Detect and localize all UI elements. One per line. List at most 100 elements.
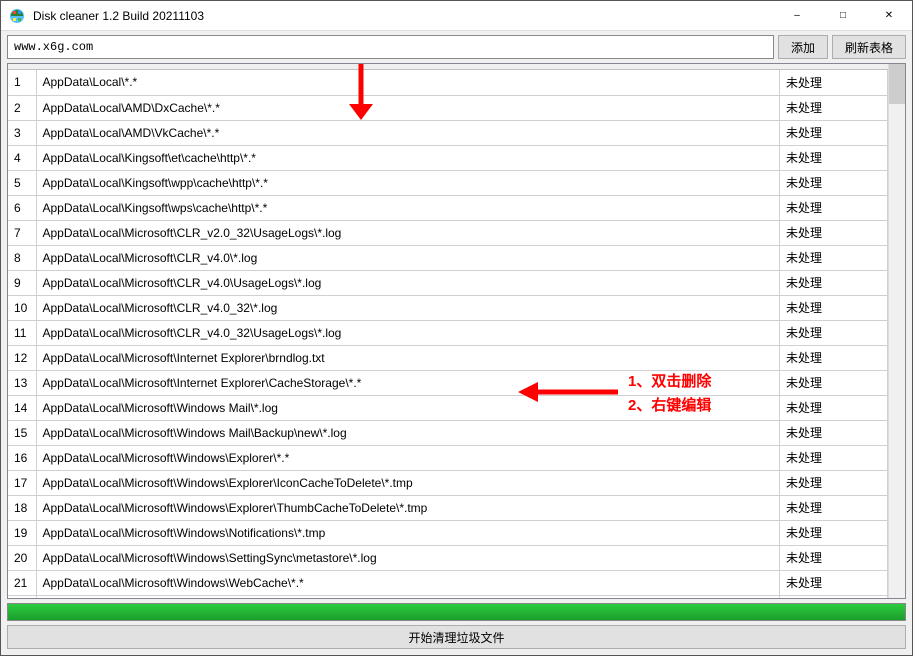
row-status: 未处理: [780, 420, 888, 445]
row-path: AppData\Local\Microsoft\Internet Explore…: [36, 370, 780, 395]
table-row[interactable]: 6AppData\Local\Kingsoft\wps\cache\http\*…: [8, 195, 888, 220]
row-index: 13: [8, 370, 36, 395]
row-status: 未处理: [780, 120, 888, 145]
row-status: 未处理: [780, 220, 888, 245]
row-path: AppData\Local\Microsoft\Windows\Explorer…: [36, 470, 780, 495]
row-path: AppData\Local\Kingsoft\wpp\cache\http\*.…: [36, 170, 780, 195]
row-index: 19: [8, 520, 36, 545]
row-index: 14: [8, 395, 36, 420]
start-clean-button[interactable]: 开始清理垃圾文件: [7, 625, 906, 649]
row-status: 未处理: [780, 520, 888, 545]
row-index: 6: [8, 195, 36, 220]
table-row[interactable]: 8AppData\Local\Microsoft\CLR_v4.0\*.log未…: [8, 245, 888, 270]
row-path: AppData\Local\Microsoft\CLR_v4.0_32\*.lo…: [36, 295, 780, 320]
row-status: 未处理: [780, 495, 888, 520]
row-status: 未处理: [780, 270, 888, 295]
row-index: 16: [8, 445, 36, 470]
table-row[interactable]: 15AppData\Local\Microsoft\Windows Mail\B…: [8, 420, 888, 445]
row-index: 20: [8, 545, 36, 570]
table-row[interactable]: 14AppData\Local\Microsoft\Windows Mail\*…: [8, 395, 888, 420]
row-status: 未处理: [780, 545, 888, 570]
app-icon: [9, 8, 25, 24]
row-index: 17: [8, 470, 36, 495]
row-status: 未处理: [780, 245, 888, 270]
row-path: AppData\Local\Microsoft\Internet Explore…: [36, 345, 780, 370]
row-path: AppData\Local\Microsoft\Windows\Explorer…: [36, 445, 780, 470]
grid-container: 1AppData\Local\*.*未处理2AppData\Local\AMD\…: [7, 63, 906, 599]
row-index: 11: [8, 320, 36, 345]
window-title: Disk cleaner 1.2 Build 20211103: [33, 9, 774, 23]
table-row[interactable]: 17AppData\Local\Microsoft\Windows\Explor…: [8, 470, 888, 495]
table-row[interactable]: 1AppData\Local\*.*未处理: [8, 70, 888, 95]
row-index: 15: [8, 420, 36, 445]
table-row[interactable]: 4AppData\Local\Kingsoft\et\cache\http\*.…: [8, 145, 888, 170]
row-status: 未处理: [780, 145, 888, 170]
table-row[interactable]: 19AppData\Local\Microsoft\Windows\Notifi…: [8, 520, 888, 545]
table-row[interactable]: 20AppData\Local\Microsoft\Windows\Settin…: [8, 545, 888, 570]
row-status: 未处理: [780, 570, 888, 595]
vertical-scrollbar[interactable]: [888, 64, 905, 598]
table-row[interactable]: 5AppData\Local\Kingsoft\wpp\cache\http\*…: [8, 170, 888, 195]
row-index: 3: [8, 120, 36, 145]
row-path: AppData\Local\Microsoft\CLR_v2.0_32\Usag…: [36, 220, 780, 245]
row-index: 8: [8, 245, 36, 270]
minimize-button[interactable]: –: [774, 1, 820, 31]
row-status: 未处理: [780, 295, 888, 320]
table-row[interactable]: 3AppData\Local\AMD\VkCache\*.*未处理: [8, 120, 888, 145]
row-status: 未处理: [780, 70, 888, 95]
table-row[interactable]: 10AppData\Local\Microsoft\CLR_v4.0_32\*.…: [8, 295, 888, 320]
table-row[interactable]: 11AppData\Local\Microsoft\CLR_v4.0_32\Us…: [8, 320, 888, 345]
row-status: 未处理: [780, 595, 888, 598]
row-index: 5: [8, 170, 36, 195]
row-index: 2: [8, 95, 36, 120]
row-path: AppData\Local\Microsoft\Windows\SettingS…: [36, 545, 780, 570]
row-path: AppData\Local\Microsoft\Windows Mail\Bac…: [36, 420, 780, 445]
row-path: AppData\Local\Microsoft\Windows\Notifica…: [36, 520, 780, 545]
row-status: 未处理: [780, 370, 888, 395]
table-row[interactable]: 9AppData\Local\Microsoft\CLR_v4.0\UsageL…: [8, 270, 888, 295]
row-path: AppData\Local\Packages\Microsoft.Windows…: [36, 595, 780, 598]
app-window: Disk cleaner 1.2 Build 20211103 – □ ✕ 添加…: [0, 0, 913, 656]
close-button[interactable]: ✕: [866, 1, 912, 31]
row-path: AppData\Local\AMD\VkCache\*.*: [36, 120, 780, 145]
row-path: AppData\Local\Microsoft\CLR_v4.0_32\Usag…: [36, 320, 780, 345]
table-row[interactable]: 12AppData\Local\Microsoft\Internet Explo…: [8, 345, 888, 370]
table-row[interactable]: 13AppData\Local\Microsoft\Internet Explo…: [8, 370, 888, 395]
table-row[interactable]: 18AppData\Local\Microsoft\Windows\Explor…: [8, 495, 888, 520]
table-row[interactable]: 7AppData\Local\Microsoft\CLR_v2.0_32\Usa…: [8, 220, 888, 245]
row-index: 9: [8, 270, 36, 295]
table-row[interactable]: 21AppData\Local\Microsoft\Windows\WebCac…: [8, 570, 888, 595]
add-button[interactable]: 添加: [778, 35, 828, 59]
maximize-button[interactable]: □: [820, 1, 866, 31]
row-status: 未处理: [780, 470, 888, 495]
row-path: AppData\Local\Kingsoft\et\cache\http\*.*: [36, 145, 780, 170]
title-bar[interactable]: Disk cleaner 1.2 Build 20211103 – □ ✕: [1, 1, 912, 31]
path-grid[interactable]: 1AppData\Local\*.*未处理2AppData\Local\AMD\…: [8, 64, 888, 598]
row-index: 21: [8, 570, 36, 595]
row-index: 10: [8, 295, 36, 320]
row-status: 未处理: [780, 445, 888, 470]
table-row[interactable]: 16AppData\Local\Microsoft\Windows\Explor…: [8, 445, 888, 470]
row-status: 未处理: [780, 395, 888, 420]
row-index: 18: [8, 495, 36, 520]
row-index: 1: [8, 70, 36, 95]
row-index: 12: [8, 345, 36, 370]
window-controls: – □ ✕: [774, 1, 912, 31]
row-status: 未处理: [780, 195, 888, 220]
table-row[interactable]: 2AppData\Local\AMD\DxCache\*.*未处理: [8, 95, 888, 120]
row-index: 4: [8, 145, 36, 170]
refresh-button[interactable]: 刷新表格: [832, 35, 906, 59]
row-path: AppData\Local\Microsoft\Windows\Explorer…: [36, 495, 780, 520]
row-path: AppData\Local\Kingsoft\wps\cache\http\*.…: [36, 195, 780, 220]
row-status: 未处理: [780, 345, 888, 370]
path-input[interactable]: [7, 35, 774, 59]
row-status: 未处理: [780, 320, 888, 345]
scroll-thumb[interactable]: [889, 64, 906, 104]
table-row[interactable]: 22AppData\Local\Packages\Microsoft.Windo…: [8, 595, 888, 598]
row-path: AppData\Local\Microsoft\Windows\WebCache…: [36, 570, 780, 595]
row-path: AppData\Local\Microsoft\CLR_v4.0\*.log: [36, 245, 780, 270]
row-index: 7: [8, 220, 36, 245]
row-index: 22: [8, 595, 36, 598]
progress-bar: [7, 603, 906, 621]
row-path: AppData\Local\Microsoft\CLR_v4.0\UsageLo…: [36, 270, 780, 295]
